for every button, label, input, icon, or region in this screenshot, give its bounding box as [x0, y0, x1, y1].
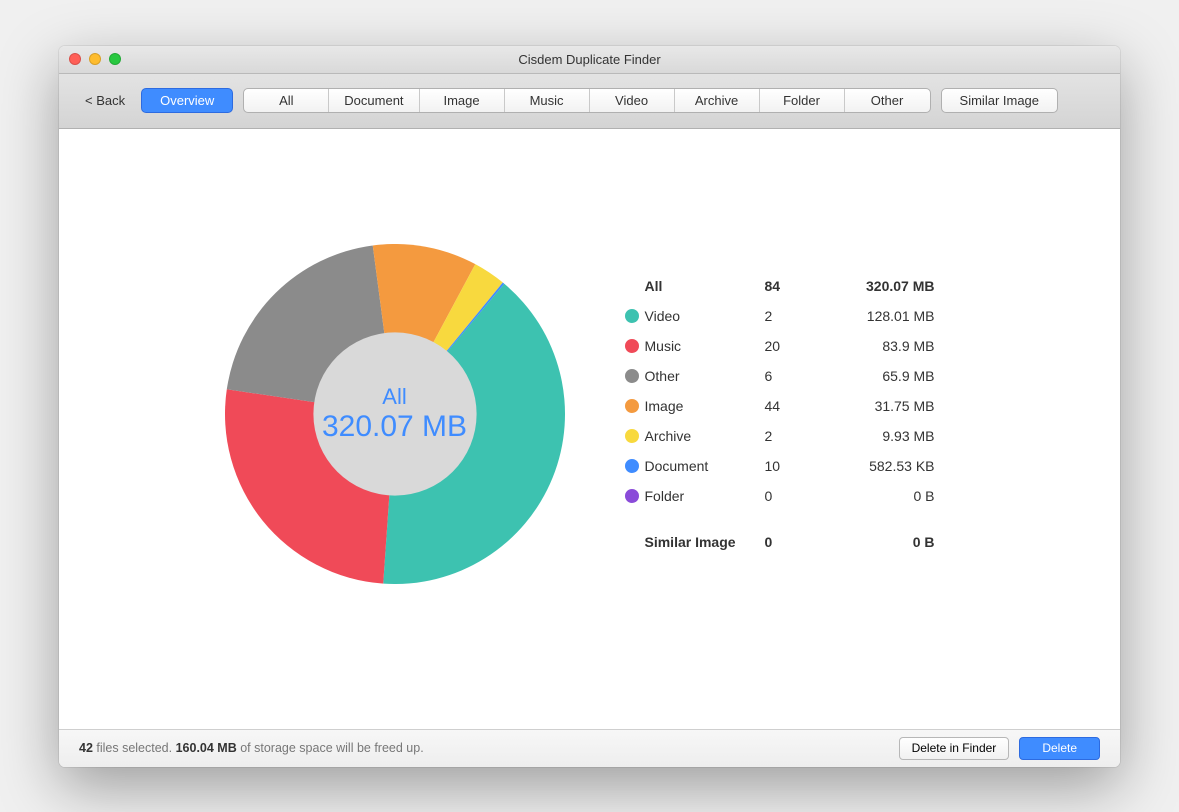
legend: All 84 320.07 MB Video2128.01 MBMusic208… [625, 271, 935, 557]
tab-archive[interactable]: Archive [675, 89, 760, 112]
legend-size: 65.9 MB [825, 368, 935, 384]
tab-music[interactable]: Music [505, 89, 590, 112]
legend-label: Music [645, 338, 765, 354]
legend-all-label: All [645, 278, 765, 294]
tab-other[interactable]: Other [845, 89, 930, 112]
legend-dot-icon [625, 399, 639, 413]
legend-dot-icon [625, 489, 639, 503]
tab-video[interactable]: Video [590, 89, 675, 112]
legend-label: Other [645, 368, 765, 384]
content-area: All 320.07 MB All 84 320.07 MB Video2128… [59, 129, 1120, 729]
legend-size: 0 B [825, 488, 935, 504]
legend-size: 128.01 MB [825, 308, 935, 324]
legend-label: Video [645, 308, 765, 324]
legend-row-similar: Similar Image 0 0 B [625, 527, 935, 557]
tab-image[interactable]: Image [420, 89, 505, 112]
legend-count: 44 [765, 398, 825, 414]
category-segmented: All Document Image Music Video Archive F… [243, 88, 930, 113]
legend-row-music[interactable]: Music2083.9 MB [625, 331, 935, 361]
legend-similar-count: 0 [765, 534, 825, 550]
legend-label: Image [645, 398, 765, 414]
legend-dot-icon [625, 459, 639, 473]
zoom-icon[interactable] [109, 53, 121, 65]
footer: 42 files selected. 160.04 MB of storage … [59, 729, 1120, 767]
legend-dot-icon [625, 429, 639, 443]
tab-all[interactable]: All [244, 89, 329, 112]
delete-in-finder-button[interactable]: Delete in Finder [899, 737, 1010, 760]
donut-center-label: All [382, 384, 406, 410]
legend-count: 2 [765, 308, 825, 324]
toolbar: < Back Overview All Document Image Music… [59, 74, 1120, 129]
legend-row-folder[interactable]: Folder00 B [625, 481, 935, 511]
similar-image-tab[interactable]: Similar Image [941, 88, 1058, 113]
tab-document[interactable]: Document [329, 89, 419, 112]
legend-row-archive[interactable]: Archive29.93 MB [625, 421, 935, 451]
legend-row-all: All 84 320.07 MB [625, 271, 935, 301]
legend-count: 6 [765, 368, 825, 384]
legend-count: 0 [765, 488, 825, 504]
legend-label: Document [645, 458, 765, 474]
tab-folder[interactable]: Folder [760, 89, 845, 112]
close-icon[interactable] [69, 53, 81, 65]
donut-chart: All 320.07 MB [225, 244, 565, 584]
legend-row-other[interactable]: Other665.9 MB [625, 361, 935, 391]
legend-size: 83.9 MB [825, 338, 935, 354]
legend-row-video[interactable]: Video2128.01 MB [625, 301, 935, 331]
selected-count: 42 [79, 741, 93, 755]
legend-label: Folder [645, 488, 765, 504]
freed-size: 160.04 MB [176, 741, 237, 755]
legend-dot-icon [625, 309, 639, 323]
traffic-lights [69, 53, 121, 65]
legend-similar-label: Similar Image [645, 534, 765, 550]
status-text: 42 files selected. 160.04 MB of storage … [79, 741, 424, 755]
legend-row-document[interactable]: Document10582.53 KB [625, 451, 935, 481]
legend-size: 31.75 MB [825, 398, 935, 414]
overview-tab[interactable]: Overview [141, 88, 233, 113]
legend-count: 10 [765, 458, 825, 474]
legend-size: 582.53 KB [825, 458, 935, 474]
overview-panel: All 320.07 MB All 84 320.07 MB Video2128… [225, 244, 935, 584]
legend-similar-size: 0 B [825, 534, 935, 550]
legend-dot-icon [625, 339, 639, 353]
back-button[interactable]: < Back [79, 89, 131, 112]
donut-center: All 320.07 MB [225, 244, 565, 584]
minimize-icon[interactable] [89, 53, 101, 65]
legend-all-count: 84 [765, 278, 825, 294]
app-window: Cisdem Duplicate Finder < Back Overview … [59, 46, 1120, 767]
legend-count: 2 [765, 428, 825, 444]
window-title: Cisdem Duplicate Finder [59, 52, 1120, 67]
legend-all-size: 320.07 MB [825, 278, 935, 294]
legend-size: 9.93 MB [825, 428, 935, 444]
titlebar: Cisdem Duplicate Finder [59, 46, 1120, 74]
legend-label: Archive [645, 428, 765, 444]
legend-row-image[interactable]: Image4431.75 MB [625, 391, 935, 421]
legend-count: 20 [765, 338, 825, 354]
donut-center-value: 320.07 MB [322, 410, 467, 444]
legend-dot-icon [625, 369, 639, 383]
delete-button[interactable]: Delete [1019, 737, 1100, 760]
